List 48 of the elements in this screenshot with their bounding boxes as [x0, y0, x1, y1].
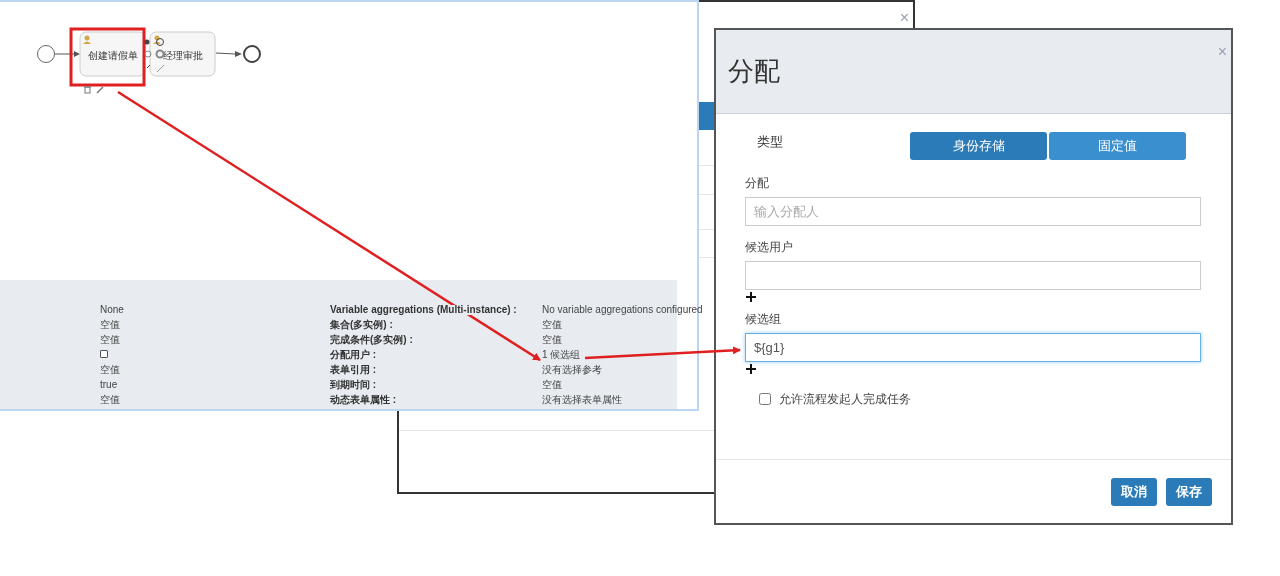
- start-event-icon: [37, 45, 55, 63]
- property-value: 空值: [100, 319, 121, 330]
- checkbox[interactable]: [759, 393, 771, 405]
- property-value: 空值: [542, 379, 563, 390]
- property-value: No variable aggregations configured: [542, 304, 703, 315]
- end-event-icon: [243, 45, 261, 63]
- property-label: 表单引用 :: [330, 364, 377, 375]
- property-value: 1 候选组: [542, 349, 582, 360]
- property-value: 没有选择表单属性: [542, 394, 623, 405]
- input-field[interactable]: 输入分配人: [745, 197, 1201, 226]
- property-value: 空值: [542, 319, 563, 330]
- user-icon: [83, 35, 91, 44]
- property-label: 完成条件(多实例) :: [330, 334, 413, 345]
- dialog-button[interactable]: 取消: [1111, 477, 1157, 506]
- dialog-button[interactable]: 保存: [1166, 477, 1212, 506]
- add-icon[interactable]: [746, 292, 756, 302]
- checkbox-label: 允许流程发起人完成任务: [779, 391, 911, 408]
- checkbox[interactable]: [100, 349, 108, 358]
- toggle-button[interactable]: 固定值: [1049, 132, 1186, 160]
- property-label: 集合(多实例) :: [330, 319, 393, 330]
- property-label: 分配用户 :: [330, 349, 377, 360]
- user-icon: [153, 35, 161, 44]
- sequence-flow: [215, 51, 242, 57]
- field-label: 类型: [756, 133, 784, 151]
- field-label: 候选用户: [745, 239, 794, 256]
- property-label: 到期时间 :: [330, 379, 377, 390]
- trash-icon[interactable]: [83, 86, 92, 94]
- close-button[interactable]: ×: [899, 10, 909, 26]
- dialog-title: 分配: [728, 55, 780, 88]
- property-label: Variable aggregations (Multi-instance) :: [330, 304, 517, 315]
- toggle-button[interactable]: 身份存储: [910, 132, 1047, 160]
- property-value: 空值: [100, 334, 121, 345]
- field-label: 候选组: [745, 311, 782, 328]
- input-field[interactable]: ${g1}: [745, 333, 1201, 362]
- context-pad-drawing: [144, 38, 165, 73]
- property-value: 空值: [542, 334, 563, 345]
- input-field[interactable]: [745, 261, 1201, 290]
- property-value: 空值: [100, 394, 121, 405]
- user-task[interactable]: [69, 27, 146, 87]
- property-value: 空值: [100, 364, 121, 375]
- property-label: 动态表单属性 :: [330, 394, 397, 405]
- add-icon[interactable]: [746, 364, 756, 374]
- field-label: 分配: [745, 175, 770, 192]
- property-value: true: [100, 379, 119, 390]
- sequence-flow: [54, 51, 80, 57]
- task-label: 创建请假单: [87, 50, 138, 61]
- property-value: 没有选择参考: [542, 364, 603, 375]
- property-value: None: [100, 304, 125, 315]
